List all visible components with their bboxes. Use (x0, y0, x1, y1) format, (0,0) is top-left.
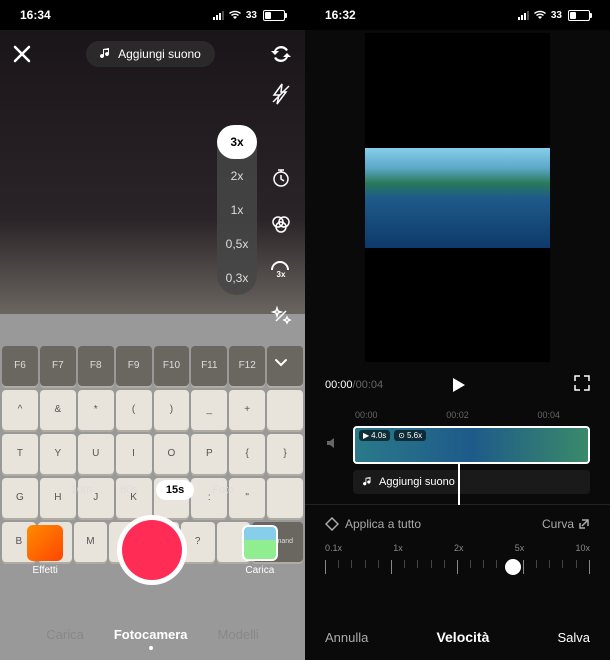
tab-templates[interactable]: Modelli (218, 627, 259, 642)
fullscreen-button[interactable] (574, 375, 590, 396)
speed-option-3x[interactable]: 3x (217, 125, 257, 159)
battery-percent: 33 (551, 10, 562, 21)
editor-screen: 16:32 33 00:00/00:04 00 (305, 0, 610, 660)
beautify-button[interactable] (267, 302, 295, 330)
filters-button[interactable] (267, 210, 295, 238)
preview-frame-image (365, 148, 550, 248)
mute-button[interactable] (325, 435, 345, 456)
play-button[interactable] (446, 373, 470, 397)
upload-thumbnail (242, 525, 278, 561)
status-bar: 16:34 33 (0, 0, 305, 30)
timeline: 00:00 00:02 00:04 ▶ 4.0s ⊙ 5.6x Aggiungi… (305, 405, 610, 494)
tab-camera[interactable]: Fotocamera (114, 627, 188, 642)
speed-controls: Applica a tutto Curva 0.1x 1x 2x 5x 10x (305, 504, 610, 573)
flash-button[interactable] (267, 80, 295, 108)
svg-text:3x: 3x (277, 270, 286, 279)
timeline-ruler: 00:00 00:02 00:04 (325, 410, 590, 420)
effects-button[interactable]: Effetti (27, 525, 63, 576)
camera-screen: 16:34 33 F6F7F8F9F10F11F12 ^&*()_+ TYUIO… (0, 0, 305, 660)
status-bar: 16:32 33 (305, 0, 610, 30)
curve-button[interactable]: Curva (542, 517, 590, 531)
speed-option-2x[interactable]: 2x (217, 159, 257, 193)
effects-label: Effetti (32, 565, 57, 576)
status-time: 16:34 (20, 8, 51, 22)
battery-percent: 33 (246, 10, 257, 21)
upload-button[interactable]: Carica (242, 525, 278, 576)
add-sound-label: Aggiungi suono (379, 476, 455, 488)
duration-selector: 10m 60s 15s Foto (0, 480, 305, 500)
upload-label: Carica (245, 565, 274, 576)
time-display: 00:00/00:04 (325, 379, 383, 391)
save-button[interactable]: Salva (557, 630, 590, 645)
wifi-icon (228, 10, 242, 20)
add-sound-track[interactable]: Aggiungi suono (353, 470, 590, 494)
status-time: 16:32 (325, 8, 356, 22)
speed-option-03x[interactable]: 0,3x (217, 261, 257, 295)
cancel-button[interactable]: Annulla (325, 630, 368, 645)
music-note-icon (100, 48, 112, 60)
duration-photo[interactable]: Foto (202, 480, 244, 500)
speed-option-05x[interactable]: 0,5x (217, 227, 257, 261)
timer-button[interactable] (267, 164, 295, 192)
editor-footer: Annulla Velocità Salva (305, 614, 610, 660)
record-button[interactable] (117, 515, 187, 585)
panel-title: Velocità (436, 629, 489, 645)
camera-viewport: F6F7F8F9F10F11F12 ^&*()_+ TYUIOP{} GHJKL… (0, 30, 305, 660)
duration-15s[interactable]: 15s (156, 480, 194, 500)
close-button[interactable] (10, 42, 34, 66)
apply-all-toggle[interactable]: Applica a tutto (325, 517, 421, 531)
battery-icon (568, 10, 590, 21)
duration-10m[interactable]: 10m (61, 480, 102, 500)
battery-icon (263, 10, 285, 21)
status-indicators: 33 (518, 10, 590, 21)
video-preview[interactable] (305, 30, 610, 365)
status-indicators: 33 (213, 10, 285, 21)
effects-icon (27, 525, 63, 561)
video-clip[interactable]: ▶ 4.0s ⊙ 5.6x (353, 426, 590, 464)
tab-upload[interactable]: Carica (46, 627, 84, 642)
music-note-icon (363, 477, 373, 487)
speed-option-1x[interactable]: 1x (217, 193, 257, 227)
add-sound-label: Aggiungi suono (118, 47, 201, 61)
duration-60s[interactable]: 60s (110, 480, 148, 500)
mode-tabs: Carica Fotocamera Modelli (0, 627, 305, 642)
wifi-icon (533, 10, 547, 20)
flip-camera-button[interactable] (267, 40, 295, 68)
clip-duration-badge: ▶ 4.0s (359, 430, 390, 441)
speed-selector: 3x 2x 1x 0,5x 0,3x (217, 125, 257, 295)
current-time: 00:00 (325, 379, 353, 391)
speed-slider[interactable]: 0.1x 1x 2x 5x 10x (325, 543, 590, 573)
speed-button[interactable]: 3x (267, 256, 295, 284)
clip-speed-badge: ⊙ 5.6x (394, 430, 426, 441)
add-sound-button[interactable]: Aggiungi suono (86, 41, 215, 67)
more-tools-button[interactable] (267, 348, 295, 376)
diamond-icon (325, 517, 339, 531)
external-link-icon (578, 518, 590, 530)
